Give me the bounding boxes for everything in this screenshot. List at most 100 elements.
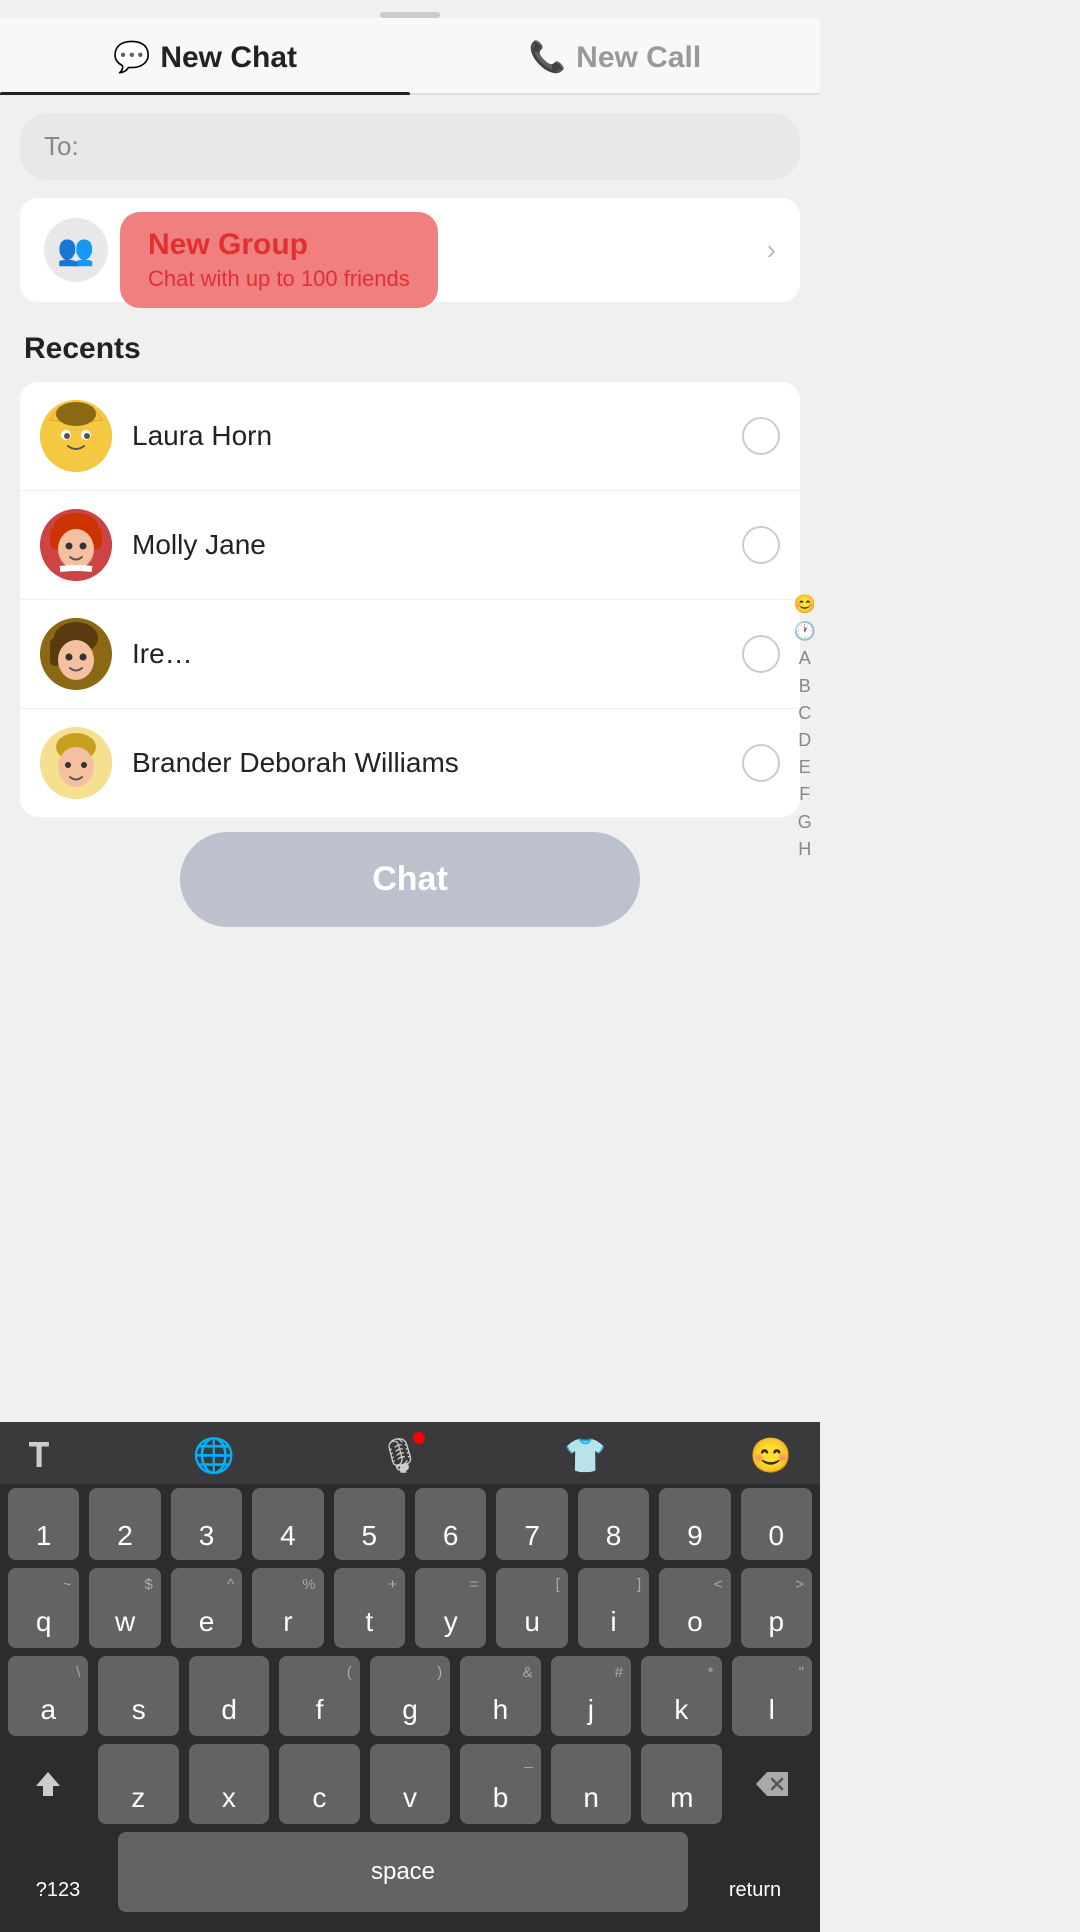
key-y[interactable]: =y [415, 1568, 486, 1648]
to-placeholder: To: [44, 131, 79, 161]
avatar-ire [40, 618, 112, 690]
bitmoji-icon[interactable]: 👕 [564, 1436, 606, 1476]
keyboard-row-3: z x c v _b n m [0, 1740, 820, 1828]
key-k[interactable]: *k [641, 1656, 721, 1736]
to-container: To: [0, 95, 820, 198]
alpha-g[interactable]: G [798, 810, 812, 835]
key-o[interactable]: <o [659, 1568, 730, 1648]
group-icon: 👥 [44, 218, 108, 282]
key-6[interactable]: 6 [415, 1488, 486, 1560]
contact-item-brander[interactable]: Brander Deborah Williams [20, 709, 800, 817]
key-j[interactable]: #j [551, 1656, 631, 1736]
key-n[interactable]: n [551, 1744, 632, 1824]
key-7[interactable]: 7 [496, 1488, 567, 1560]
keyboard: 𝐓 🌐 🎙 👕 😊 1 2 3 4 5 6 7 8 9 0 ~q $w ^e %… [0, 1422, 820, 1932]
key-c[interactable]: c [279, 1744, 360, 1824]
key-1[interactable]: 1 [8, 1488, 79, 1560]
new-group-highlight: New Group Chat with up to 100 friends [120, 212, 438, 308]
key-x[interactable]: x [189, 1744, 270, 1824]
key-l[interactable]: "l [732, 1656, 812, 1736]
key-s[interactable]: s [98, 1656, 178, 1736]
key-i[interactable]: ]i [578, 1568, 649, 1648]
keyboard-space-row: ?123 space return [0, 1828, 820, 1922]
avatar-brander [40, 727, 112, 799]
chat-overlay-button[interactable]: Chat [180, 832, 640, 927]
key-d[interactable]: d [189, 1656, 269, 1736]
contact-item-molly[interactable]: Molly Jane [20, 491, 800, 600]
key-5[interactable]: 5 [334, 1488, 405, 1560]
keyboard-number-row: 1 2 3 4 5 6 7 8 9 0 [0, 1484, 820, 1564]
tab-new-call-label: New Call [576, 41, 701, 75]
alpha-emoji-face[interactable]: 😊 [794, 592, 816, 617]
tab-bar: 💬 New Chat 📞 New Call [0, 18, 820, 95]
select-circle-laura[interactable] [742, 417, 780, 455]
alpha-f[interactable]: F [799, 782, 810, 807]
alphabet-sidebar: 😊 🕐 A B C D E F G H [794, 592, 816, 862]
backspace-key[interactable] [732, 1744, 812, 1824]
recents-label: Recents [0, 322, 820, 382]
select-circle-brander[interactable] [742, 744, 780, 782]
contacts-list: Laura Horn Molly Jane [20, 382, 800, 817]
key-9[interactable]: 9 [659, 1488, 730, 1560]
alpha-h[interactable]: H [798, 837, 811, 862]
tab-new-call[interactable]: 📞 New Call [410, 18, 820, 93]
tab-new-chat-label: New Chat [160, 41, 297, 75]
key-z[interactable]: z [98, 1744, 179, 1824]
contact-item-ire[interactable]: Ire… [20, 600, 800, 709]
alpha-c[interactable]: C [798, 701, 811, 726]
alpha-clock[interactable]: 🕐 [794, 619, 816, 644]
key-4[interactable]: 4 [252, 1488, 323, 1560]
keyboard-row-1: ~q $w ^e %r +t =y [u ]i <o >p [0, 1564, 820, 1652]
key-v[interactable]: v [370, 1744, 451, 1824]
key-2[interactable]: 2 [89, 1488, 160, 1560]
contact-name-laura: Laura Horn [132, 420, 742, 452]
key-b[interactable]: _b [460, 1744, 541, 1824]
key-3[interactable]: 3 [171, 1488, 242, 1560]
key-h[interactable]: &h [460, 1656, 540, 1736]
key-0[interactable]: 0 [741, 1488, 812, 1560]
key-r[interactable]: %r [252, 1568, 323, 1648]
tab-new-chat[interactable]: 💬 New Chat [0, 18, 410, 93]
text-style-icon[interactable]: 𝐓 [28, 1437, 50, 1476]
key-8[interactable]: 8 [578, 1488, 649, 1560]
contact-name-molly: Molly Jane [132, 529, 742, 561]
language-globe-icon[interactable]: 🌐 [193, 1436, 235, 1476]
contact-name-ire: Ire… [132, 638, 742, 670]
key-return[interactable]: return [698, 1832, 812, 1912]
alpha-b[interactable]: B [799, 674, 811, 699]
voice-record-icon[interactable]: 🎙 [378, 1436, 421, 1476]
call-icon: 📞 [529, 40, 566, 75]
contact-item-laura[interactable]: Laura Horn [20, 382, 800, 491]
chevron-right-icon: › [767, 234, 776, 266]
chat-overlay-label: Chat [372, 860, 448, 898]
key-w[interactable]: $w [89, 1568, 160, 1648]
select-circle-molly[interactable] [742, 526, 780, 564]
alpha-a[interactable]: A [799, 646, 811, 671]
emoji-icon[interactable]: 😊 [750, 1436, 792, 1476]
key-a[interactable]: \a [8, 1656, 88, 1736]
to-input[interactable]: To: [20, 113, 800, 180]
alpha-d[interactable]: D [798, 728, 811, 753]
alpha-e[interactable]: E [799, 755, 811, 780]
key-symbols[interactable]: ?123 [8, 1832, 108, 1912]
space-key[interactable]: space [118, 1832, 688, 1912]
key-g[interactable]: )g [370, 1656, 450, 1736]
new-group-item[interactable]: 👥 New Group Chat with up to 100 friends … [20, 198, 800, 302]
avatar-molly [40, 509, 112, 581]
avatar-laura [40, 400, 112, 472]
new-group-title: New Group [148, 228, 410, 262]
key-t[interactable]: +t [334, 1568, 405, 1648]
key-e[interactable]: ^e [171, 1568, 242, 1648]
keyboard-row-2: \a s d (f )g &h #j *k "l [0, 1652, 820, 1740]
select-circle-ire[interactable] [742, 635, 780, 673]
key-m[interactable]: m [641, 1744, 722, 1824]
key-u[interactable]: [u [496, 1568, 567, 1648]
keyboard-toolbar: 𝐓 🌐 🎙 👕 😊 [0, 1422, 820, 1484]
contact-name-brander: Brander Deborah Williams [132, 747, 742, 779]
key-p[interactable]: >p [741, 1568, 812, 1648]
key-f[interactable]: (f [279, 1656, 359, 1736]
new-group-subtitle: Chat with up to 100 friends [148, 266, 410, 292]
chat-icon: 💬 [113, 40, 150, 75]
key-q[interactable]: ~q [8, 1568, 79, 1648]
shift-key[interactable] [8, 1744, 88, 1824]
